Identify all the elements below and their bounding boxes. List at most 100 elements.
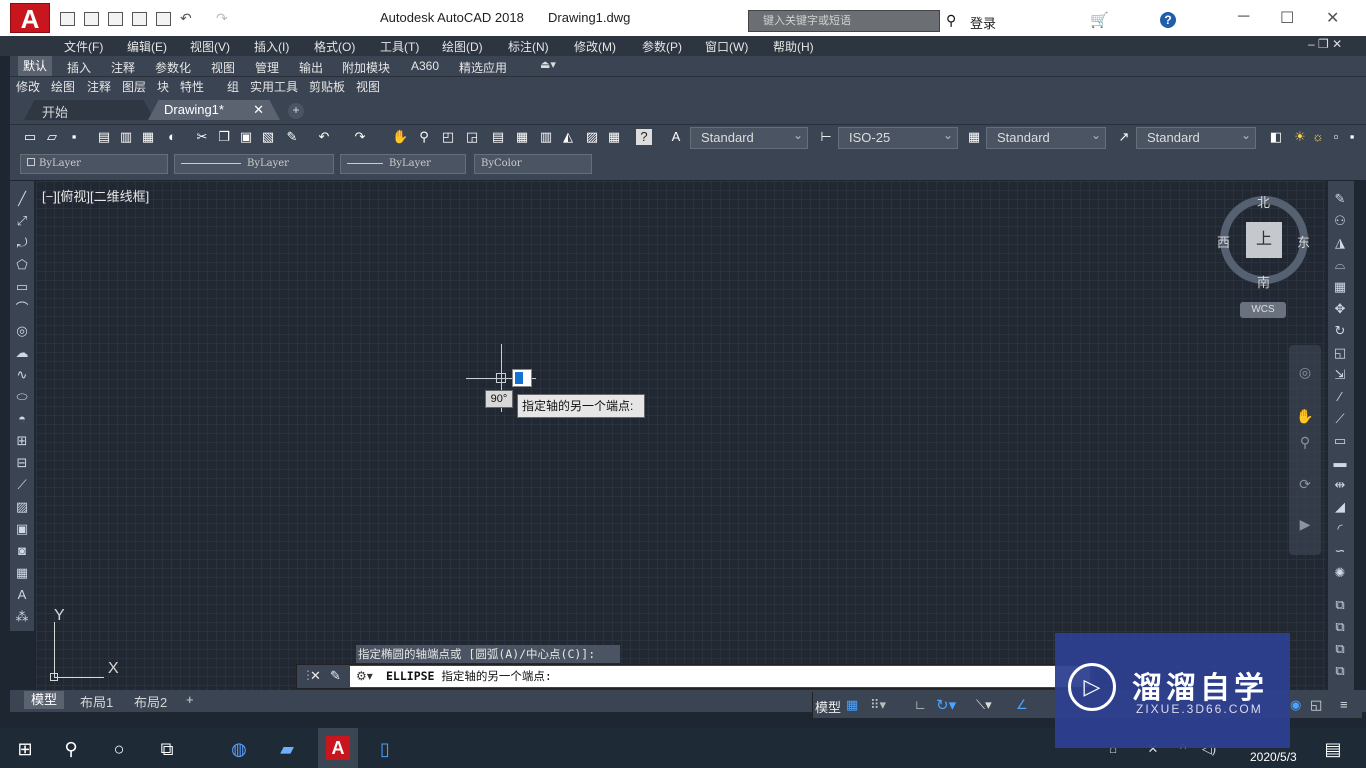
explode-icon[interactable]: ✺ [1331, 564, 1349, 582]
cut-icon[interactable]: ✂ [194, 129, 210, 145]
light-bulb-icon[interactable]: ☀ [1292, 129, 1308, 145]
send-back-icon[interactable]: ⧉ [1331, 640, 1349, 658]
search-input[interactable]: 键入关键字或短语 [748, 10, 940, 32]
print-icon[interactable]: ▤ [96, 129, 112, 145]
arc-icon[interactable]: ⌒ [13, 300, 31, 318]
chamfer-icon[interactable]: ◢ [1331, 498, 1349, 516]
pan-icon[interactable]: ✋ [1296, 408, 1314, 426]
point-icon[interactable]: ⟋ [13, 476, 31, 494]
multiline-text-icon[interactable]: A [13, 586, 31, 604]
model-space-button[interactable]: 模型 [815, 697, 841, 716]
steering-wheel-icon[interactable]: ◎ [1296, 364, 1314, 382]
customization-icon[interactable]: ≡ [1340, 697, 1348, 712]
binoculars-icon[interactable]: ⚲ [946, 12, 956, 29]
new-icon[interactable] [60, 12, 75, 26]
design-center-icon[interactable]: ▦ [514, 129, 530, 145]
panel-annotate[interactable]: 注释 [87, 78, 111, 95]
panel-modify[interactable]: 修改 [16, 78, 40, 95]
viewcube-top-face[interactable]: 上 [1246, 222, 1282, 258]
gradient-icon[interactable]: ▣ [13, 520, 31, 538]
line-icon[interactable]: ╱ [13, 190, 31, 208]
polyline-icon[interactable]: ⤾ [13, 234, 31, 252]
publish-icon[interactable]: ◐ [164, 129, 180, 145]
ribbon-toggle-icon[interactable]: ⏏▾ [540, 58, 556, 71]
add-layout-button[interactable]: + [186, 692, 194, 707]
zoom-realtime-icon[interactable]: ⚲ [416, 129, 432, 145]
rotate-icon[interactable]: ↻ [1331, 322, 1349, 340]
phone-icon[interactable]: ▯ [372, 736, 398, 762]
menu-edit[interactable]: 编辑(E) [127, 38, 167, 55]
dynamic-input-field[interactable] [512, 369, 532, 387]
calculator-icon[interactable]: ▦ [606, 129, 622, 145]
preview-icon[interactable]: ▥ [118, 129, 134, 145]
sheet-set-icon[interactable]: ◭ [560, 129, 576, 145]
showmotion-icon[interactable]: ▶ [1296, 516, 1314, 534]
erase-icon[interactable]: ✎ [1331, 190, 1349, 208]
mleader-style-select[interactable]: Standard [1136, 125, 1256, 149]
cortana-icon[interactable]: ○ [106, 736, 132, 762]
help-icon[interactable]: ? [636, 129, 652, 145]
viewcube-east[interactable]: 东 [1297, 232, 1310, 251]
color-icon[interactable]: ▪ [1344, 129, 1360, 145]
ribbon-tab-featured[interactable]: 精选应用 [459, 59, 507, 76]
match-properties-icon[interactable]: ✎ [284, 129, 300, 145]
zoom-extents-icon[interactable]: ⚲ [1296, 434, 1314, 452]
maximize-icon[interactable]: ☐ [1280, 8, 1294, 28]
task-view-icon[interactable]: ⧉ [154, 736, 180, 762]
zoom-window-icon[interactable]: ◰ [440, 129, 456, 145]
text-style-select[interactable]: Standard [690, 125, 808, 149]
panel-view[interactable]: 视图 [356, 78, 380, 95]
copy-object-icon[interactable]: ⚇ [1331, 212, 1349, 230]
menu-modify[interactable]: 修改(M) [574, 38, 616, 55]
panel-draw[interactable]: 绘图 [51, 78, 75, 95]
ribbon-tab-a360[interactable]: A360 [411, 59, 439, 73]
redo-icon[interactable]: ↷ [352, 129, 368, 145]
ellipse-arc-icon[interactable]: ◓ [13, 410, 31, 428]
viewcube-north[interactable]: 北 [1257, 192, 1270, 211]
paste-special-icon[interactable]: ▧ [260, 129, 276, 145]
trim-icon[interactable]: ⁄ [1331, 388, 1349, 406]
dim-style-select[interactable]: ISO-25 [838, 125, 958, 149]
application-menu-button[interactable]: A [10, 3, 50, 34]
make-block-icon[interactable]: ⊟ [13, 454, 31, 472]
open-icon[interactable]: ▱ [44, 129, 60, 145]
menu-window[interactable]: 窗口(W) [705, 38, 748, 55]
save-as-icon[interactable] [132, 12, 147, 26]
color-select[interactable]: ByColor [474, 154, 592, 174]
ribbon-tab-addins[interactable]: 附加模块 [342, 59, 390, 76]
tab-model[interactable]: 模型 [24, 691, 64, 709]
ribbon-tab-output[interactable]: 输出 [299, 59, 323, 76]
table-icon[interactable]: ▦ [13, 564, 31, 582]
construction-line-icon[interactable]: ⤢ [13, 212, 31, 230]
print-icon[interactable] [156, 12, 171, 26]
polygon-icon[interactable]: ⬠ [13, 256, 31, 274]
polar-icon[interactable]: ↻▾ [936, 696, 956, 714]
customize-wrench-icon[interactable]: ✎ [330, 668, 341, 684]
drawing-canvas[interactable] [36, 181, 1326, 690]
open-icon[interactable] [84, 12, 99, 26]
ribbon-tab-annotate[interactable]: 注释 [111, 59, 135, 76]
command-input[interactable]: ELLIPSE 指定轴的另一个端点: [350, 666, 1090, 687]
add-selected-icon[interactable]: ⁂ [13, 608, 31, 626]
stretch-icon[interactable]: ⇲ [1331, 366, 1349, 384]
lock-icon[interactable]: ▫ [1328, 129, 1344, 145]
revision-cloud-icon[interactable]: ☁ [13, 344, 31, 362]
paste-icon[interactable]: ▣ [238, 129, 254, 145]
snap-icon[interactable]: ⠿▾ [870, 697, 886, 713]
pan-icon[interactable]: ✋ [392, 129, 408, 145]
plot-icon[interactable]: ▦ [140, 129, 156, 145]
orbit-icon[interactable]: ⟳ [1296, 476, 1314, 494]
panel-groups[interactable]: 组 [227, 78, 239, 95]
move-icon[interactable]: ✥ [1331, 300, 1349, 318]
windows-start-icon[interactable]: ⊞ [12, 736, 38, 762]
layer-select[interactable]: ByLayer [20, 154, 168, 174]
menu-file[interactable]: 文件(F) [64, 38, 103, 55]
markup-icon[interactable]: ▨ [584, 129, 600, 145]
array-icon[interactable]: ▦ [1331, 278, 1349, 296]
menu-help[interactable]: 帮助(H) [773, 38, 814, 55]
minimize-icon[interactable]: ─ [1238, 8, 1249, 26]
insert-block-icon[interactable]: ⊞ [13, 432, 31, 450]
app-icon[interactable]: ◍ [226, 736, 252, 762]
offset-icon[interactable]: ⌓ [1331, 256, 1349, 274]
close-icon[interactable]: ✕ [1326, 8, 1339, 28]
